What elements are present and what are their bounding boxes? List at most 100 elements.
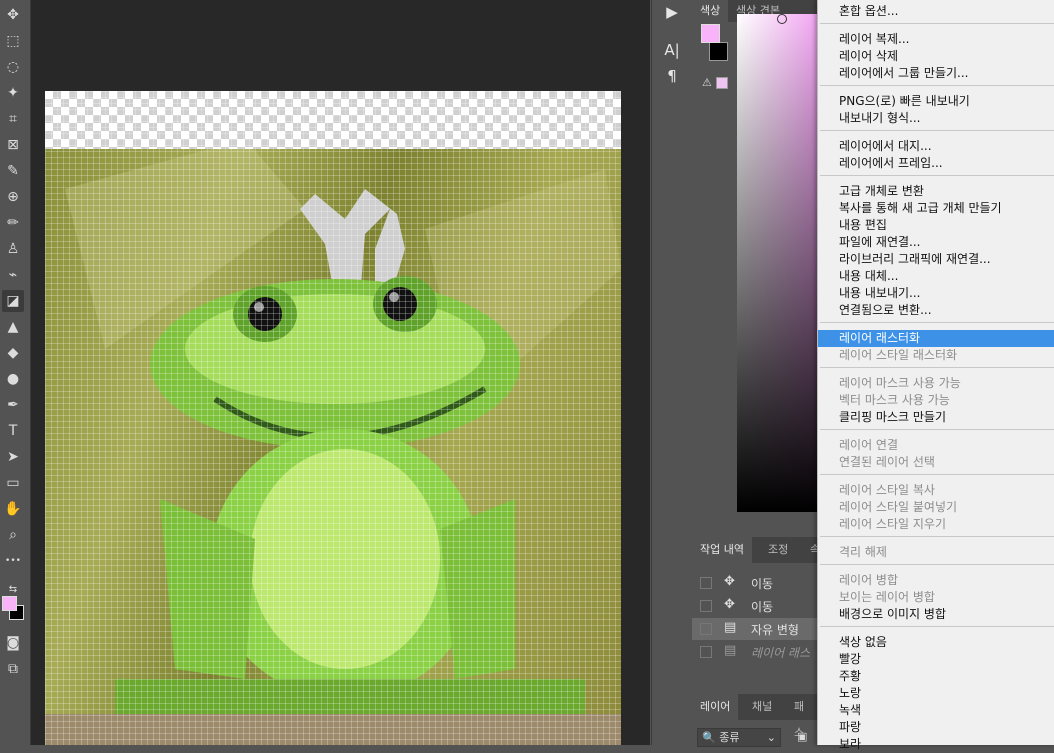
tab-adjustments[interactable]: 조정 xyxy=(760,537,796,563)
hand-tool-icon[interactable]: ✋ xyxy=(2,498,24,520)
document-icon: ▤ xyxy=(724,643,737,658)
menu-item-label: 연결됨으로 변환... xyxy=(839,303,932,317)
paragraph-panel-icon[interactable]: ¶ xyxy=(660,64,684,88)
menu-item[interactable]: 녹색 xyxy=(818,702,1054,719)
history-row[interactable]: ✥ 이동 xyxy=(692,572,817,594)
image-filter-icon[interactable]: ▣ xyxy=(797,730,807,743)
history-brush-tool-icon[interactable]: ⌁ xyxy=(2,264,24,286)
menu-item-label: 클리핑 마스크 만들기 xyxy=(839,410,946,424)
pen-tool-icon[interactable]: ✒ xyxy=(2,394,24,416)
menu-separator xyxy=(820,85,1054,86)
menu-item: 벡터 마스크 사용 가능 xyxy=(818,392,1054,409)
warning-icon[interactable]: ⚠ xyxy=(702,76,712,89)
menu-item[interactable]: 고급 개체로 변환 xyxy=(818,183,1054,200)
menu-item-label: 연결된 레이어 선택 xyxy=(839,455,935,469)
clone-stamp-tool-icon[interactable]: ♙ xyxy=(2,238,24,260)
menu-separator xyxy=(820,175,1054,176)
zoom-tool-icon[interactable]: ⌕ xyxy=(2,524,24,546)
gamut-swatch[interactable] xyxy=(716,77,728,89)
tab-paths[interactable]: 패스 xyxy=(786,694,817,739)
tab-layers[interactable]: 레이어 xyxy=(692,694,739,720)
rectangle-tool-icon[interactable]: ▭ xyxy=(2,472,24,494)
brush-tool-icon[interactable]: ✏ xyxy=(2,212,24,234)
menu-item[interactable]: 노랑 xyxy=(818,685,1054,702)
healing-brush-tool-icon[interactable]: ⊕ xyxy=(2,186,24,208)
color-picker-field[interactable] xyxy=(737,14,817,512)
path-selection-tool-icon[interactable]: ➤ xyxy=(2,446,24,468)
menu-item-label: 레이어 연결 xyxy=(839,438,899,452)
menu-item[interactable]: 내용 편집 xyxy=(818,217,1054,234)
menu-item[interactable]: 레이어에서 대지... xyxy=(818,138,1054,155)
menu-item[interactable]: 색상 없음 xyxy=(818,634,1054,651)
snapshot-checkbox[interactable] xyxy=(700,600,712,612)
menu-item[interactable]: 빨강 xyxy=(818,651,1054,668)
menu-item[interactable]: 파일에 재연결... xyxy=(818,234,1054,251)
menu-item-label: 내보내기 형식... xyxy=(839,111,921,125)
history-row[interactable]: ▤ 레이어 래스 xyxy=(692,641,817,663)
menu-item[interactable]: 혼합 옵션... xyxy=(818,3,1054,20)
move-tool-icon[interactable]: ✥ xyxy=(2,4,24,26)
snapshot-checkbox[interactable] xyxy=(700,646,712,658)
collapsed-panel-strip: ▶ A| ¶ xyxy=(651,0,692,745)
menu-item[interactable]: 라이브러리 그래픽에 재연결... xyxy=(818,251,1054,268)
background-color-swatch[interactable] xyxy=(709,42,728,61)
type-tool-icon[interactable]: T xyxy=(2,420,24,442)
menu-item-label: 벡터 마스크 사용 가능 xyxy=(839,393,950,407)
menu-item-label: 복사를 통해 새 고급 개체 만들기 xyxy=(839,201,1002,215)
tab-color[interactable]: 색상 xyxy=(692,0,729,22)
menu-item[interactable]: 레이어 래스터화 xyxy=(818,330,1054,347)
foreground-color-swatch[interactable] xyxy=(701,24,720,43)
history-panel: 작업 내역 조정 속 ✥ 이동 ✥ 이동 ▤ 자유 변형 ▤ 레이어 래스 xyxy=(692,537,820,687)
menu-item[interactable]: 연결됨으로 변환... xyxy=(818,302,1054,319)
marquee-tool-icon[interactable]: ⬚ xyxy=(2,30,24,52)
tab-history[interactable]: 작업 내역 xyxy=(692,537,752,563)
foreground-color-swatch[interactable] xyxy=(2,596,17,611)
history-row[interactable]: ✥ 이동 xyxy=(692,595,817,617)
menu-item[interactable]: 배경으로 이미지 병합 xyxy=(818,606,1054,623)
crop-tool-icon[interactable]: ⌗ xyxy=(2,108,24,130)
menu-item[interactable]: 레이어에서 프레임... xyxy=(818,155,1054,172)
menu-item-label: 레이어에서 프레임... xyxy=(839,156,943,170)
menu-item-label: 레이어에서 대지... xyxy=(839,139,932,153)
play-icon[interactable]: ▶ xyxy=(660,0,684,24)
menu-item: 연결된 레이어 선택 xyxy=(818,454,1054,471)
transparent-area xyxy=(45,91,621,149)
eraser-tool-icon[interactable]: ◪ xyxy=(2,290,24,312)
frame-tool-icon[interactable]: ⊠ xyxy=(2,134,24,156)
layer-filter-select[interactable]: 🔍 종류 ⌄ xyxy=(697,728,781,747)
lasso-tool-icon[interactable]: ◌ xyxy=(2,56,24,78)
history-row[interactable]: ▤ 자유 변형 xyxy=(692,618,817,640)
menu-item[interactable]: 레이어 삭제 xyxy=(818,48,1054,65)
menu-item: 레이어 스타일 지우기 xyxy=(818,516,1054,533)
quick-mask-icon[interactable]: ◙ xyxy=(2,632,24,654)
dodge-tool-icon[interactable]: ● xyxy=(2,368,24,390)
menu-item-label: 레이어 병합 xyxy=(839,573,899,587)
menu-separator xyxy=(820,367,1054,368)
menu-item[interactable]: 내보내기 형식... xyxy=(818,110,1054,127)
menu-item-label: 배경으로 이미지 병합 xyxy=(839,607,946,621)
menu-item[interactable]: 레이어에서 그룹 만들기... xyxy=(818,65,1054,82)
menu-item[interactable]: PNG으(로) 빠른 내보내기 xyxy=(818,93,1054,110)
character-panel-icon[interactable]: A| xyxy=(660,38,684,62)
document-canvas[interactable] xyxy=(45,91,621,745)
menu-item-label: 내용 내보내기... xyxy=(839,286,921,300)
picker-cursor[interactable] xyxy=(777,14,787,24)
snapshot-checkbox[interactable] xyxy=(700,623,712,635)
mores-tool-icon[interactable]: ••• xyxy=(2,550,24,572)
menu-item[interactable]: 레이어 복제... xyxy=(818,31,1054,48)
menu-item-label: 레이어 스타일 복사 xyxy=(839,483,935,497)
menu-item[interactable]: 복사를 통해 새 고급 개체 만들기 xyxy=(818,200,1054,217)
menu-item[interactable]: 내용 대체... xyxy=(818,268,1054,285)
menu-item[interactable]: 파랑 xyxy=(818,719,1054,736)
screen-mode-icon[interactable]: ⧉ xyxy=(2,658,24,680)
magic-wand-tool-icon[interactable]: ✦ xyxy=(2,82,24,104)
menu-item[interactable]: 주황 xyxy=(818,668,1054,685)
menu-item[interactable]: 내용 내보내기... xyxy=(818,285,1054,302)
paint-bucket-tool-icon[interactable]: ▲ xyxy=(2,316,24,338)
sharpen-tool-icon[interactable]: ◆ xyxy=(2,342,24,364)
eyedropper-tool-icon[interactable]: ✎ xyxy=(2,160,24,182)
tab-channels[interactable]: 채널 xyxy=(744,694,780,720)
snapshot-checkbox[interactable] xyxy=(700,577,712,589)
menu-item-label: 녹색 xyxy=(839,703,862,717)
menu-item[interactable]: 클리핑 마스크 만들기 xyxy=(818,409,1054,426)
